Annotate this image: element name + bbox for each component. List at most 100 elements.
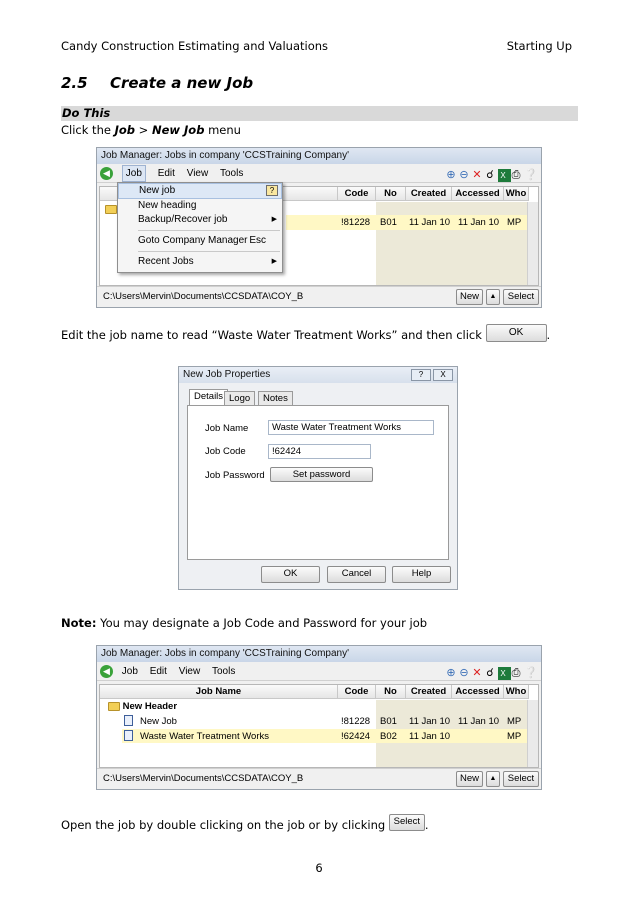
job-manager-window-1: Job Manager: Jobs in company 'CCSTrainin… bbox=[96, 147, 542, 308]
section-heading: 2.5 Create a new Job bbox=[61, 74, 253, 92]
cell-job-name: New Job bbox=[140, 716, 177, 727]
column-header-accessed[interactable]: Accessed bbox=[452, 187, 504, 201]
page-header-left: Candy Construction Estimating and Valuat… bbox=[61, 39, 329, 53]
cell-job-name: Waste Water Treatment Works bbox=[140, 731, 269, 742]
cell-accessed: 11 Jan 10 bbox=[458, 217, 500, 228]
zoom-in-icon[interactable]: ⊕ bbox=[446, 169, 459, 182]
find-icon[interactable]: ☌ bbox=[485, 667, 498, 680]
menu-item-backup-recover[interactable]: Backup/Recover job ▶ bbox=[118, 213, 282, 227]
menu-tools[interactable]: Tools bbox=[220, 164, 243, 183]
list-header-row[interactable]: New Header bbox=[108, 701, 177, 712]
find-icon[interactable]: ☌ bbox=[485, 169, 498, 182]
back-arrow-icon[interactable]: ◀ bbox=[100, 664, 113, 678]
tab-details[interactable]: Details bbox=[189, 389, 229, 406]
dialog-ok-button[interactable]: OK bbox=[261, 566, 320, 583]
toolbar-icons: ⊕⊖✕ ☌ X ⎙❔ bbox=[446, 166, 538, 185]
cell-who: MP bbox=[507, 217, 522, 228]
vertical-scrollbar[interactable] bbox=[527, 202, 538, 285]
folder-icon bbox=[105, 204, 117, 215]
column-header-who[interactable]: Who bbox=[504, 187, 529, 201]
delete-icon[interactable]: ✕ bbox=[472, 667, 485, 680]
menu-job[interactable]: Job bbox=[121, 165, 146, 182]
new-menu-arrow[interactable]: ▲ bbox=[486, 771, 500, 787]
zoom-out-icon[interactable]: ⊖ bbox=[459, 169, 472, 182]
menu-item-new-job[interactable]: New job ? bbox=[118, 183, 282, 199]
job-name-field[interactable]: Waste Water Treatment Works bbox=[268, 420, 434, 435]
excel-icon[interactable]: X bbox=[498, 169, 511, 182]
menu-separator bbox=[138, 251, 280, 252]
zoom-out-icon[interactable]: ⊖ bbox=[459, 667, 472, 680]
page-header-right: Starting Up bbox=[506, 39, 572, 53]
page-number: 6 bbox=[315, 861, 323, 875]
dialog-help-button[interactable]: ? bbox=[411, 369, 431, 381]
cell-code: !81228 bbox=[341, 217, 371, 228]
submenu-arrow-icon: ▶ bbox=[271, 258, 277, 265]
job-menu-dropdown: New job ? New heading Backup/Recover job… bbox=[117, 182, 283, 273]
section-title: Create a new Job bbox=[110, 74, 254, 92]
print-icon[interactable]: ⎙ bbox=[511, 169, 524, 182]
new-button[interactable]: New bbox=[456, 289, 483, 305]
set-password-button[interactable]: Set password bbox=[270, 467, 373, 482]
cell-created: 11 Jan 10 bbox=[409, 217, 451, 228]
do-this-bar: Do This bbox=[61, 106, 578, 121]
menu-tools[interactable]: Tools bbox=[212, 662, 235, 681]
help-icon[interactable]: ❔ bbox=[524, 667, 538, 680]
cell-accessed: 11 Jan 10 bbox=[458, 716, 500, 727]
column-header-code[interactable]: Code bbox=[338, 187, 376, 201]
print-icon[interactable]: ⎙ bbox=[511, 667, 524, 680]
folder-icon bbox=[108, 701, 120, 711]
select-button[interactable]: Select bbox=[503, 771, 539, 787]
cell-no: B01 bbox=[380, 217, 397, 228]
new-button[interactable]: New bbox=[456, 771, 483, 787]
cell-code: !81228 bbox=[341, 716, 371, 727]
column-header-created[interactable]: Created bbox=[406, 685, 452, 699]
document-icon bbox=[124, 730, 133, 741]
cell-no: B01 bbox=[380, 716, 397, 727]
note-text: Note: You may designate a Job Code and P… bbox=[61, 616, 428, 630]
excel-icon[interactable]: X bbox=[498, 667, 511, 680]
menu-edit[interactable]: Edit bbox=[158, 164, 175, 183]
menu-item-recent-jobs[interactable]: Recent Jobs ▶ bbox=[118, 255, 282, 269]
menu-item-new-heading[interactable]: New heading bbox=[118, 199, 282, 213]
menu-view[interactable]: View bbox=[187, 164, 209, 183]
new-menu-arrow[interactable]: ▲ bbox=[486, 289, 500, 305]
tab-logo[interactable]: Logo bbox=[224, 391, 256, 406]
back-arrow-icon[interactable]: ◀ bbox=[100, 166, 113, 180]
column-header-code[interactable]: Code bbox=[338, 685, 376, 699]
new-job-properties-dialog: New Job Properties ? X Details Logo Note… bbox=[178, 366, 458, 590]
section-number: 2.5 bbox=[61, 74, 88, 92]
menu-edit[interactable]: Edit bbox=[150, 662, 167, 681]
menu-view[interactable]: View bbox=[179, 662, 201, 681]
dialog-cancel-button[interactable]: Cancel bbox=[327, 566, 386, 583]
column-header-who[interactable]: Who bbox=[504, 685, 529, 699]
window-title: Job Manager: Jobs in company 'CCSTrainin… bbox=[97, 646, 541, 662]
instruction-step-1: Click the Job > New Job menu bbox=[61, 123, 241, 137]
vertical-scrollbar[interactable] bbox=[527, 700, 538, 767]
column-header-accessed[interactable]: Accessed bbox=[452, 685, 504, 699]
column-header-no[interactable]: No bbox=[376, 187, 406, 201]
column-header-created[interactable]: Created bbox=[406, 187, 452, 201]
data-path: C:\Users\Mervin\Documents\CCSDATA\COY_B bbox=[103, 773, 304, 784]
zoom-in-icon[interactable]: ⊕ bbox=[446, 667, 459, 680]
cell-created: 11 Jan 10 bbox=[409, 731, 451, 742]
column-header-job-name[interactable]: Job Name bbox=[100, 685, 338, 699]
menu-job[interactable]: Job bbox=[122, 662, 138, 681]
column-header-no[interactable]: No bbox=[376, 685, 406, 699]
select-button[interactable]: Select bbox=[503, 289, 539, 305]
window-title: Job Manager: Jobs in company 'CCSTrainin… bbox=[97, 148, 541, 164]
shortcut-esc: Esc bbox=[249, 235, 266, 246]
status-bar: C:\Users\Mervin\Documents\CCSDATA\COY_B … bbox=[97, 768, 541, 789]
instruction-step-2: Edit the job name to read “Waste Water T… bbox=[61, 323, 550, 342]
status-bar: C:\Users\Mervin\Documents\CCSDATA\COY_B … bbox=[97, 286, 541, 307]
menu-item-goto-company-manager[interactable]: Goto Company Manager Esc bbox=[118, 234, 282, 248]
submenu-arrow-icon: ▶ bbox=[271, 216, 277, 223]
tab-notes[interactable]: Notes bbox=[258, 391, 293, 406]
cell-who: MP bbox=[507, 716, 522, 727]
help-icon[interactable]: ❔ bbox=[524, 169, 538, 182]
dialog-help-button-bottom[interactable]: Help bbox=[392, 566, 451, 583]
job-code-field[interactable]: !62424 bbox=[268, 444, 371, 459]
dialog-close-button[interactable]: X bbox=[433, 369, 453, 381]
delete-icon[interactable]: ✕ bbox=[472, 169, 485, 182]
cell-no: B02 bbox=[380, 731, 397, 742]
toolbar-icons: ⊕⊖✕ ☌ X ⎙❔ bbox=[446, 664, 538, 683]
